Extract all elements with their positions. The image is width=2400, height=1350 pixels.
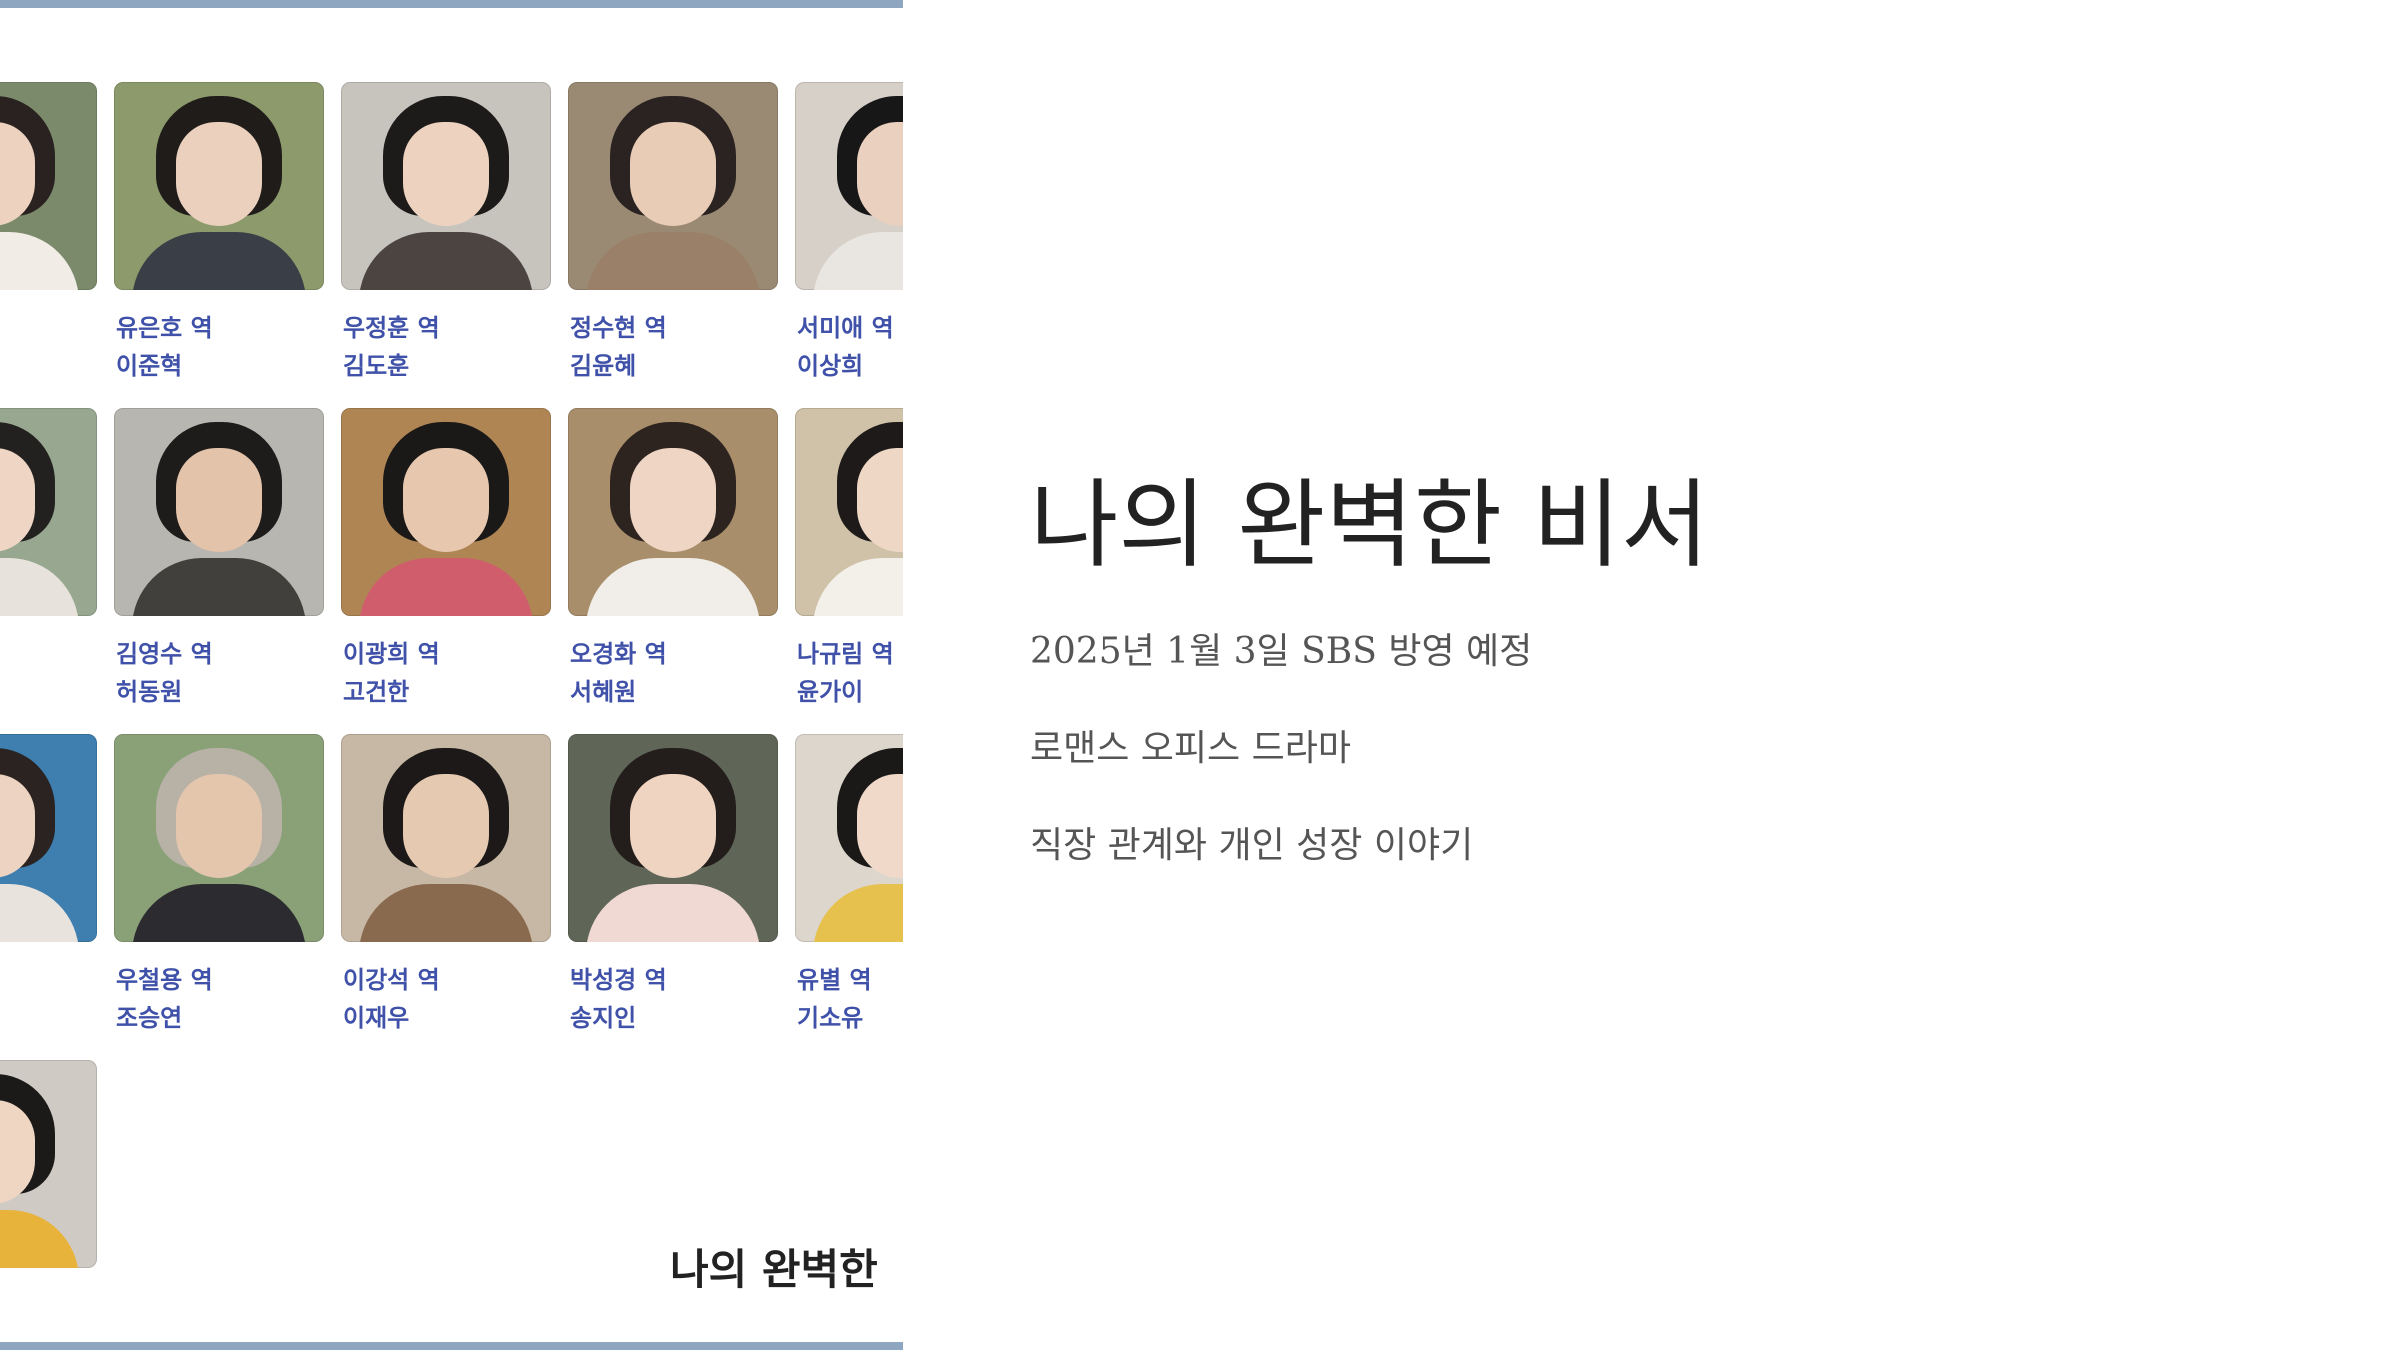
portrait-clothes: [813, 232, 903, 290]
cast-actor[interactable]: 조승연: [114, 999, 324, 1037]
cast-role[interactable]: 김영수 역: [114, 635, 324, 673]
portrait-clothes: [586, 558, 760, 616]
genre-info: 로맨스 오피스 드라마: [1030, 728, 1351, 769]
cast-role[interactable]: 우정훈 역: [341, 309, 551, 347]
cast-actor[interactable]: 윤가이: [795, 673, 903, 711]
cast-card[interactable]: [0, 1060, 97, 1350]
portrait-clothes: [359, 558, 533, 616]
cast-role[interactable]: 오경화 역: [568, 635, 778, 673]
cast-card[interactable]: 우정훈 역 김도훈: [341, 82, 551, 408]
cast-actor[interactable]: 서혜원: [568, 673, 778, 711]
cast-card[interactable]: [0, 734, 97, 1060]
cast-role[interactable]: 박성경 역: [568, 961, 778, 999]
cast-photo[interactable]: [0, 82, 97, 290]
cast-photo[interactable]: [568, 734, 778, 942]
cast-card[interactable]: 김영수 역 허동원: [114, 408, 324, 734]
portrait-clothes: [0, 884, 79, 942]
cast-photo[interactable]: [0, 408, 97, 616]
cast-role[interactable]: 이강석 역: [341, 961, 551, 999]
portrait-face: [630, 448, 716, 552]
cast-role[interactable]: 이광희 역: [341, 635, 551, 673]
cast-card[interactable]: 이강석 역 이재우: [341, 734, 551, 1060]
portrait-clothes: [0, 232, 79, 290]
portrait-clothes: [359, 232, 533, 290]
portrait-clothes: [0, 558, 79, 616]
portrait-clothes: [132, 232, 306, 290]
poster-watermark-title: 나의 완벽한: [670, 1245, 878, 1294]
portrait-clothes: [359, 884, 533, 942]
portrait-clothes: [813, 884, 903, 942]
portrait-face: [403, 774, 489, 878]
portrait-clothes: [132, 558, 306, 616]
cast-actor[interactable]: 김윤혜: [568, 347, 778, 385]
portrait-clothes: [586, 884, 760, 942]
cast-grid: 유은호 역 이준혁 우정훈 역 김도훈 정수현 역 김윤혜 서미애 역 이상희 김영수 역 허동원…: [0, 82, 903, 1350]
cast-actor[interactable]: 이준혁: [114, 347, 324, 385]
cast-card[interactable]: 유은호 역 이준혁: [114, 82, 324, 408]
cast-photo[interactable]: [0, 734, 97, 942]
cast-panel: 유은호 역 이준혁 우정훈 역 김도훈 정수현 역 김윤혜 서미애 역 이상희 김영수 역 허동원…: [0, 0, 903, 1350]
cast-card[interactable]: 박성경 역 송지인: [568, 734, 778, 1060]
cast-card[interactable]: 우철용 역 조승연: [114, 734, 324, 1060]
cast-actor[interactable]: 고건한: [341, 673, 551, 711]
cast-card[interactable]: 정수현 역 김윤혜: [568, 82, 778, 408]
cast-card[interactable]: 유별 역 기소유: [795, 734, 903, 1060]
cast-photo[interactable]: [341, 82, 551, 290]
cast-actor[interactable]: 이재우: [341, 999, 551, 1037]
cast-role[interactable]: 나규림 역: [795, 635, 903, 673]
cast-photo[interactable]: [568, 408, 778, 616]
cast-card[interactable]: [0, 408, 97, 734]
cast-actor[interactable]: 기소유: [795, 999, 903, 1037]
cast-role[interactable]: 유은호 역: [114, 309, 324, 347]
cast-role[interactable]: 서미애 역: [795, 309, 903, 347]
panel-top-border: [0, 0, 903, 8]
broadcast-info: 2025년 1월 3일 SBS 방영 예정: [1030, 631, 1533, 672]
cast-photo[interactable]: [795, 82, 903, 290]
cast-role[interactable]: 정수현 역: [568, 309, 778, 347]
cast-card[interactable]: 나규림 역 윤가이: [795, 408, 903, 734]
portrait-face: [176, 774, 262, 878]
cast-photo[interactable]: [114, 734, 324, 942]
cast-card[interactable]: [0, 82, 97, 408]
portrait-clothes: [132, 884, 306, 942]
portrait-clothes: [0, 1210, 79, 1268]
cast-role[interactable]: 유별 역: [795, 961, 903, 999]
cast-photo[interactable]: [0, 1060, 97, 1268]
cast-role[interactable]: 우철용 역: [114, 961, 324, 999]
theme-info: 직장 관계와 개인 성장 이야기: [1030, 825, 1474, 866]
cast-actor[interactable]: 이상희: [795, 347, 903, 385]
cast-photo[interactable]: [114, 408, 324, 616]
cast-photo[interactable]: [795, 408, 903, 616]
portrait-face: [176, 448, 262, 552]
cast-actor[interactable]: 김도훈: [341, 347, 551, 385]
portrait-face: [176, 122, 262, 226]
cast-card[interactable]: 오경화 역 서혜원: [568, 408, 778, 734]
portrait-face: [630, 122, 716, 226]
drama-info: 나의 완벽한 비서 2025년 1월 3일 SBS 방영 예정 로맨스 오피스 …: [1030, 470, 1709, 866]
portrait-clothes: [586, 232, 760, 290]
portrait-clothes: [813, 558, 903, 616]
portrait-face: [630, 774, 716, 878]
cast-photo[interactable]: [114, 82, 324, 290]
cast-photo[interactable]: [568, 82, 778, 290]
portrait-face: [403, 122, 489, 226]
cast-card[interactable]: 이광희 역 고건한: [341, 408, 551, 734]
cast-actor[interactable]: 허동원: [114, 673, 324, 711]
cast-actor[interactable]: 송지인: [568, 999, 778, 1037]
cast-photo[interactable]: [795, 734, 903, 942]
panel-bottom-border: [0, 1342, 903, 1350]
cast-card[interactable]: 서미애 역 이상희: [795, 82, 903, 408]
cast-photo[interactable]: [341, 734, 551, 942]
drama-title: 나의 완벽한 비서: [1030, 469, 1710, 581]
portrait-face: [403, 448, 489, 552]
cast-photo[interactable]: [341, 408, 551, 616]
